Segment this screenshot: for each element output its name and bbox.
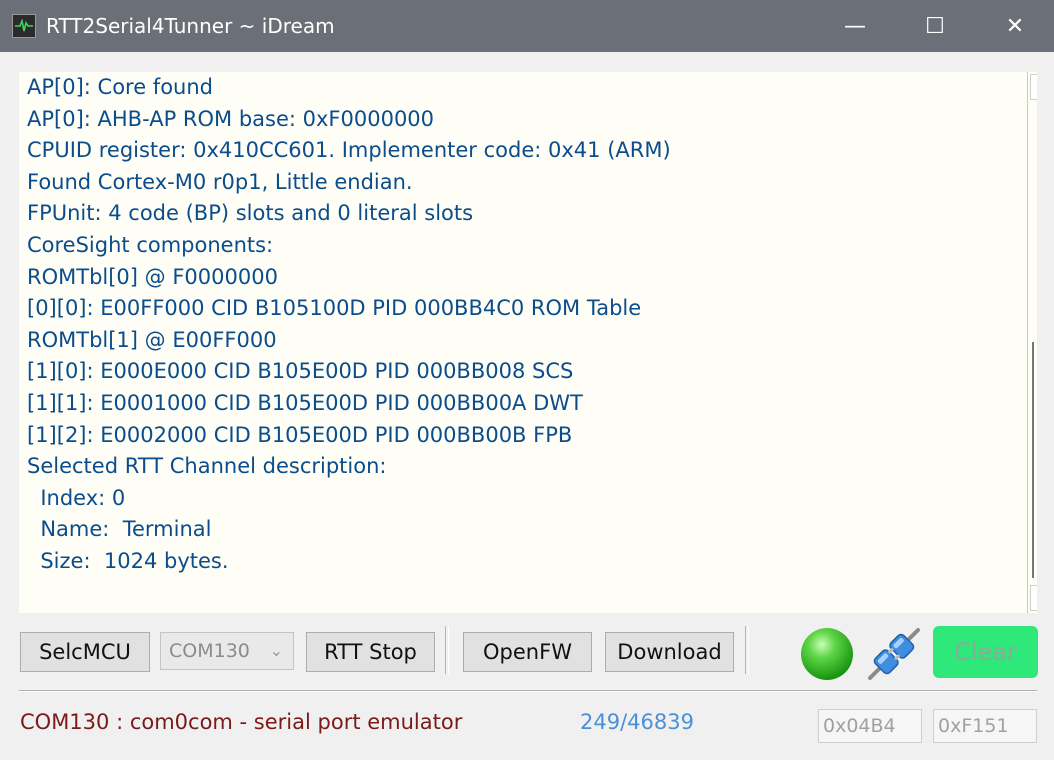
download-button[interactable]: Download (605, 632, 734, 672)
log-line: [1][1]: E0001000 CID B105E00D PID 000BB0… (27, 390, 583, 415)
close-button[interactable]: ✕ (975, 0, 1054, 52)
hex-value-left[interactable]: 0x04B4 (818, 709, 922, 743)
chevron-down-icon: ⌄ (269, 641, 283, 660)
log-line: Selected RTT Channel description: (27, 454, 387, 479)
status-divider (19, 690, 1037, 692)
log-line: CoreSight components: (27, 232, 274, 257)
log-line: Found Cortex-M0 r0p1, Little endian. (27, 169, 413, 194)
log-line: ROMTbl[0] @ F0000000 (27, 264, 278, 289)
title-bar: RTT2Serial4Tunner ~ iDream — ☐ ✕ (0, 0, 1054, 52)
port-status-text: COM130 : com0com - serial port emulator (20, 710, 463, 734)
clear-button[interactable]: Clear (933, 626, 1038, 678)
scrollbar-thumb[interactable] (1032, 342, 1037, 578)
log-line: [1][2]: E0002000 CID B105E00D PID 000BB0… (27, 422, 573, 447)
log-lines: AP[0]: Core found AP[0]: AHB-AP ROM base… (27, 72, 671, 578)
hex-value-right[interactable]: 0xF151 (933, 709, 1037, 743)
log-line: Index: 0 (27, 485, 126, 510)
log-line: [0][0]: E00FF000 CID B105100D PID 000BB4… (27, 296, 642, 321)
log-line: FPUnit: 4 code (BP) slots and 0 literal … (27, 201, 474, 226)
openfw-button[interactable]: OpenFW (463, 632, 592, 672)
toolbar-separator (745, 626, 749, 674)
window-title: RTT2Serial4Tunner ~ iDream (46, 14, 335, 38)
maximize-button[interactable]: ☐ (895, 0, 975, 52)
minimize-button[interactable]: — (815, 0, 895, 52)
log-line: [1][0]: E000E000 CID B105E00D PID 000BB0… (27, 359, 574, 384)
plug-connect-icon[interactable] (866, 626, 922, 682)
vertical-scrollbar[interactable]: ▲ ▼ (1027, 72, 1037, 613)
app-icon (12, 14, 36, 38)
toolbar-separator (445, 626, 449, 674)
rtt-stop-button[interactable]: RTT Stop (306, 632, 435, 672)
scroll-down-button[interactable]: ▼ (1030, 585, 1037, 611)
log-line: AP[0]: Core found (27, 75, 213, 99)
scroll-up-button[interactable]: ▲ (1030, 74, 1037, 100)
log-line: Name: Terminal (27, 517, 212, 542)
selmcu-button[interactable]: SelcMCU (20, 632, 150, 672)
log-line: ROMTbl[1] @ E00FF000 (27, 327, 277, 352)
log-line: CPUID register: 0x410CC601. Implementer … (27, 138, 671, 163)
log-line: Size: 1024 bytes. (27, 548, 229, 573)
com-port-value: COM130 (169, 640, 250, 662)
log-line: AP[0]: AHB-AP ROM base: 0xF0000000 (27, 106, 435, 131)
com-port-select[interactable]: COM130 ⌄ (160, 632, 294, 670)
green-led-icon (801, 628, 853, 680)
byte-counter: 249/46839 (580, 710, 694, 734)
log-output[interactable]: AP[0]: Core found AP[0]: AHB-AP ROM base… (19, 72, 1037, 613)
